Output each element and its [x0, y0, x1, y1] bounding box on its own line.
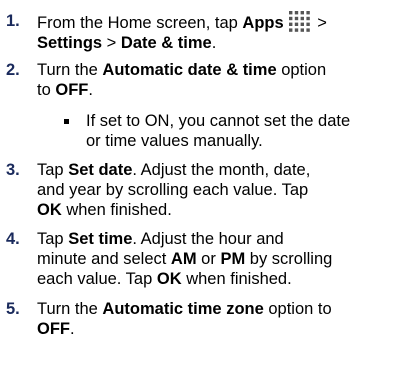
apps-grid-icon [288, 11, 310, 32]
step-text: Turn the Automatic date & time option to… [37, 61, 327, 99]
set-date-label: Set date [68, 161, 133, 179]
step-number: 3. [6, 161, 20, 179]
automatic-time-zone-label: Automatic time zone [102, 300, 264, 318]
date-time-label: Date & time [120, 34, 212, 52]
step-number: 5. [6, 300, 20, 318]
step-number: 1. [6, 12, 20, 30]
step-text: Turn the Automatic time zone option to O… [37, 300, 332, 338]
step-text: Tap Set date. Adjust the month, date, an… [37, 161, 311, 219]
ok-label: OK [156, 270, 182, 288]
step-number: 2. [6, 61, 20, 79]
settings-label: Settings [37, 34, 103, 52]
am-label: AM [170, 250, 197, 268]
ok-label: OK [37, 201, 62, 219]
automatic-date-time-label: Automatic date & time [102, 61, 277, 79]
pm-label: PM [220, 250, 246, 268]
bullet-square-icon [64, 119, 69, 124]
instructions-page: 1. From the Home screen, tap Apps > Sett… [0, 0, 398, 368]
step-text: Tap Set time. Adjust the hour and minute… [37, 230, 333, 288]
off-label: OFF [55, 81, 89, 99]
step-text: From the Home screen, tap Apps > Setting… [37, 11, 392, 53]
step-number: 4. [6, 230, 20, 248]
off-label: OFF [37, 320, 70, 338]
apps-label: Apps [242, 14, 284, 32]
set-time-label: Set time [68, 230, 133, 248]
note-text: If set to ON, you cannot set the date or… [86, 112, 351, 150]
